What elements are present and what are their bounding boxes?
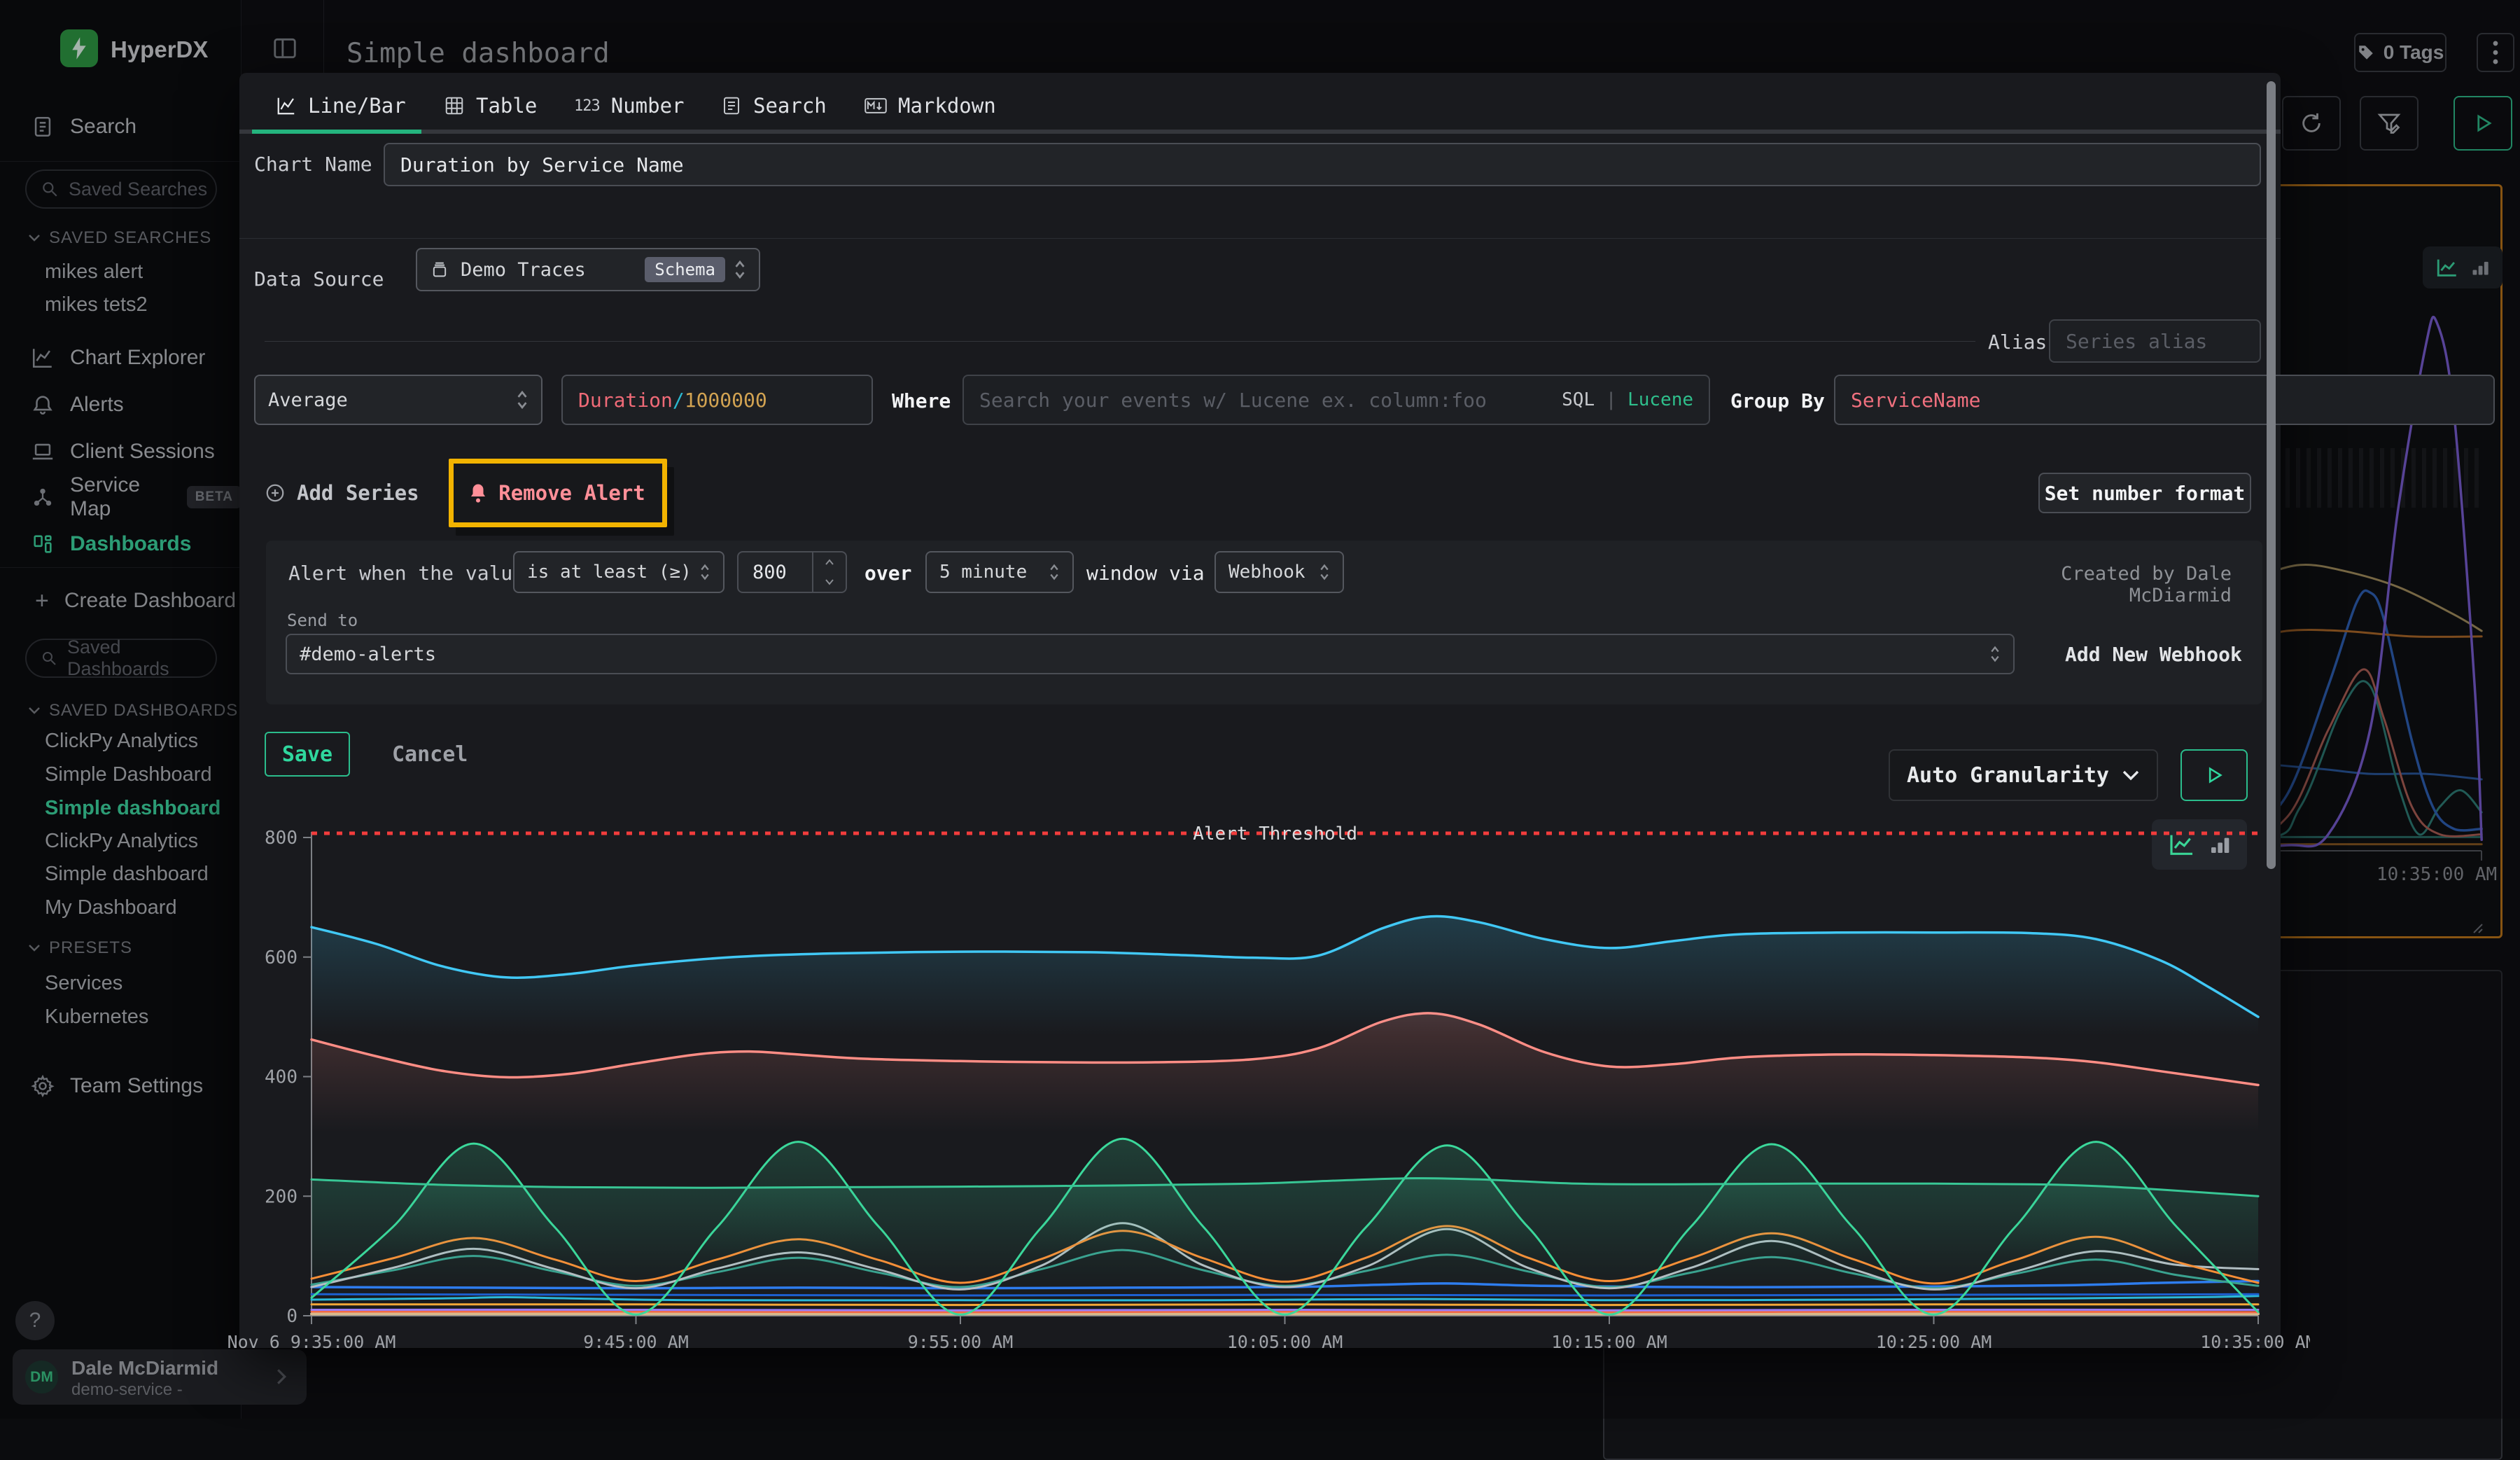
- send-to-label: Send to: [287, 611, 358, 630]
- chart-name-label: Chart Name: [254, 153, 372, 176]
- tab-number[interactable]: 123 Number: [574, 94, 685, 118]
- stepper-down-icon[interactable]: [825, 578, 834, 585]
- chart-name-input[interactable]: Duration by Service Name: [384, 143, 2261, 186]
- granularity-select[interactable]: Auto Granularity: [1889, 749, 2158, 801]
- duration-line-chart: 0 200 400 600 800 Nov 6 9:35:00 AM 9:45:00 AM 9…: [210, 805, 2310, 1365]
- svg-text:200: 200: [265, 1186, 298, 1207]
- group-by-token: ServiceName: [1851, 389, 1980, 412]
- edit-chart-modal: Line/Bar Table 123 Number Search Markdow…: [239, 73, 2281, 1348]
- save-button[interactable]: Save: [265, 732, 350, 777]
- divider: [239, 238, 2281, 239]
- svg-text:9:55:00 AM: 9:55:00 AM: [908, 1332, 1014, 1352]
- run-chart-button[interactable]: [2180, 749, 2248, 801]
- alert-condition-select[interactable]: is at least (≥): [513, 551, 724, 593]
- group-by-input[interactable]: ServiceName: [1834, 375, 2495, 425]
- chevron-down-icon: [2122, 770, 2140, 781]
- select-chevrons-icon: [1049, 563, 1060, 581]
- table-icon: [444, 95, 465, 116]
- svg-text:10:05:00 AM: 10:05:00 AM: [1227, 1332, 1343, 1352]
- document-list-icon: [721, 95, 742, 116]
- svg-text:9:45:00 AM: 9:45:00 AM: [583, 1332, 689, 1352]
- webhook-select[interactable]: #demo-alerts: [286, 634, 2015, 674]
- circle-plus-icon: [265, 482, 286, 503]
- denominator-token: 1000000: [685, 389, 767, 412]
- select-chevrons-icon: [1319, 563, 1330, 581]
- aggregation-select[interactable]: Average: [254, 375, 542, 425]
- line-chart-icon: [276, 95, 297, 116]
- alert-threshold-input: [737, 551, 847, 593]
- add-new-webhook-button[interactable]: Add New Webhook: [2065, 643, 2242, 666]
- play-icon: [2204, 765, 2224, 785]
- series-alias-input[interactable]: Series alias: [2049, 319, 2261, 363]
- stepper-up-icon[interactable]: [825, 559, 834, 566]
- tab-markdown[interactable]: Markdown: [864, 94, 996, 118]
- divide-token: /: [673, 389, 685, 412]
- alert-settings-panel: Alert when the value is at least (≥) ove…: [266, 541, 2262, 704]
- tab-underline-active: [252, 130, 421, 134]
- database-icon: [430, 260, 449, 279]
- data-source-label: Data Source: [254, 267, 384, 291]
- group-by-label: Group By: [1730, 389, 1825, 412]
- svg-text:10:35:00 AM: 10:35:00 AM: [2200, 1332, 2310, 1352]
- tab-table[interactable]: Table: [444, 94, 537, 118]
- add-series-button[interactable]: Add Series: [265, 471, 419, 515]
- svg-text:400: 400: [265, 1067, 298, 1088]
- select-chevrons-icon: [734, 259, 746, 280]
- where-search-input[interactable]: Search your events w/ Lucene ex. column:…: [962, 375, 1710, 425]
- field-expression-input[interactable]: Duration/1000000: [561, 375, 873, 425]
- where-placeholder: Search your events w/ Lucene ex. column:…: [979, 389, 1487, 412]
- data-source-select[interactable]: Demo Traces Schema: [416, 248, 760, 291]
- svg-text:10:25:00 AM: 10:25:00 AM: [1876, 1332, 1992, 1352]
- tab-line-bar[interactable]: Line/Bar: [276, 94, 406, 118]
- alias-label: Alias: [1988, 331, 2047, 354]
- modal-scrollbar[interactable]: [2267, 81, 2276, 869]
- alert-window-select[interactable]: 5 minute: [925, 551, 1074, 593]
- over-label: over: [864, 562, 911, 585]
- series-alias-placeholder: Series alias: [2066, 330, 2207, 353]
- cancel-button[interactable]: Cancel: [392, 742, 468, 767]
- tab-search[interactable]: Search: [721, 94, 827, 118]
- schema-badge: Schema: [645, 257, 725, 282]
- field-token: Duration: [578, 389, 673, 412]
- svg-text:0: 0: [286, 1306, 298, 1327]
- markdown-icon: [864, 95, 887, 116]
- svg-text:600: 600: [265, 947, 298, 968]
- where-label: Where: [892, 389, 951, 412]
- tab-underline-track: [239, 130, 2281, 134]
- svg-text:Alert Threshold: Alert Threshold: [1193, 823, 1357, 844]
- window-via-label: window via: [1086, 562, 1205, 585]
- annotation-highlight-box: [449, 459, 667, 527]
- select-chevrons-icon: [699, 563, 710, 581]
- language-toggle[interactable]: SQL | Lucene: [1562, 389, 1693, 410]
- number-123-icon: 123: [574, 97, 600, 115]
- select-chevrons-icon: [516, 389, 528, 410]
- divider: [265, 341, 1975, 342]
- set-number-format-button[interactable]: Set number format: [2038, 473, 2251, 513]
- threshold-number-input[interactable]: [738, 561, 812, 584]
- svg-text:10:15:00 AM: 10:15:00 AM: [1551, 1332, 1667, 1352]
- number-stepper[interactable]: [812, 552, 846, 592]
- svg-text:800: 800: [265, 828, 298, 849]
- select-chevrons-icon: [1989, 645, 2001, 663]
- alert-channel-select[interactable]: Webhook: [1214, 551, 1344, 593]
- svg-text:Nov 6 9:35:00 AM: Nov 6 9:35:00 AM: [227, 1332, 396, 1352]
- created-by-label: Created by Dale McDiarmid: [1973, 563, 2232, 606]
- alert-lead-label: Alert when the value: [288, 562, 524, 585]
